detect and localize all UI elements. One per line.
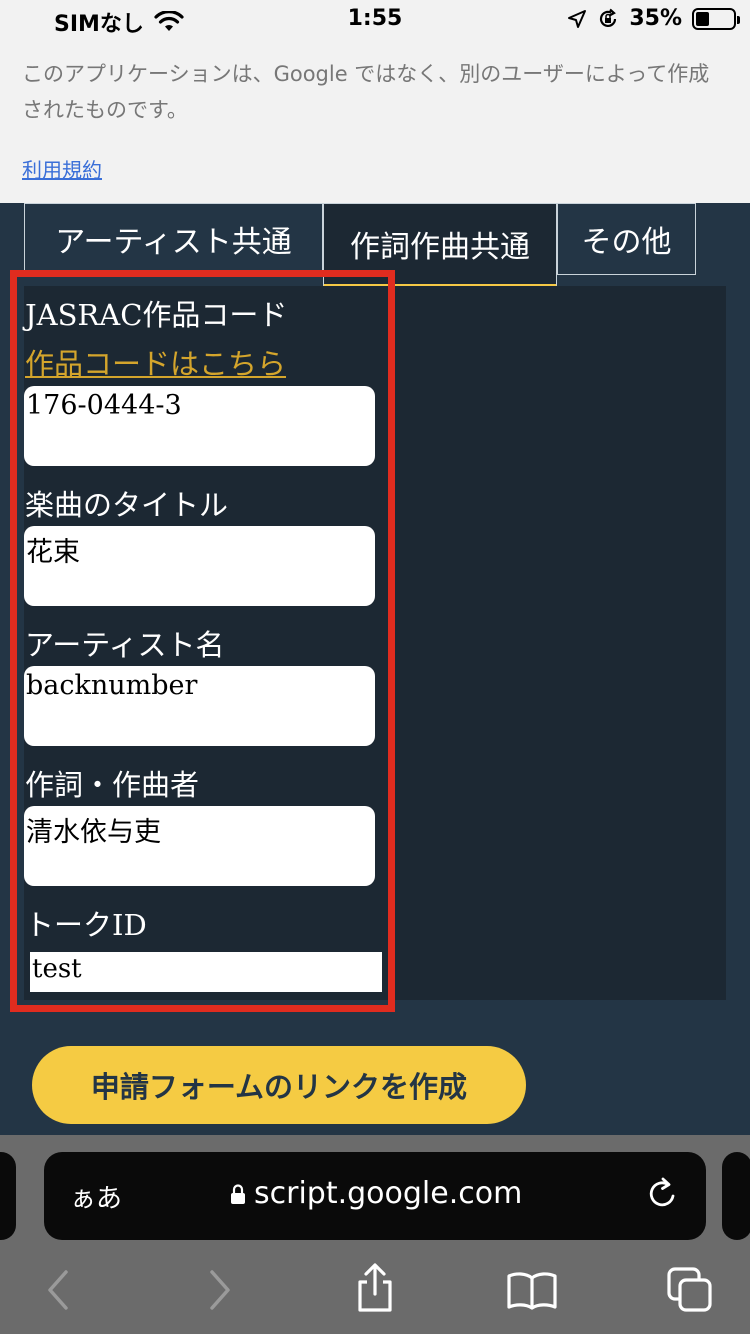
google-notice-banner: このアプリケーションは、Google ではなく、別のユーザーによって作成されたも…	[0, 40, 750, 203]
tab-other[interactable]: その他	[557, 203, 696, 275]
back-icon[interactable]	[44, 1268, 72, 1312]
status-right: 35%	[567, 6, 740, 31]
previous-tab-pill[interactable]	[0, 1152, 16, 1240]
battery-fill	[696, 11, 709, 26]
battery-percent: 35%	[629, 6, 682, 31]
reload-icon[interactable]	[646, 1174, 680, 1212]
location-icon	[568, 9, 587, 28]
create-form-link-button[interactable]: 申請フォームのリンクを作成	[32, 1046, 526, 1124]
status-bar: SIMなし 1:55 35%	[0, 0, 750, 40]
url-display[interactable]: script.google.com	[230, 1176, 522, 1211]
page-settings-button[interactable]: ぁあ	[70, 1178, 122, 1215]
tabs-icon[interactable]	[666, 1266, 714, 1314]
share-icon[interactable]	[354, 1262, 396, 1314]
address-bar[interactable]: ぁあ script.google.com	[44, 1152, 706, 1240]
next-tab-pill[interactable]	[722, 1152, 750, 1240]
bookmarks-icon[interactable]	[506, 1270, 558, 1310]
annotation-highlight-box	[10, 270, 395, 1012]
terms-link[interactable]: 利用規約	[22, 154, 102, 183]
rotation-lock-icon	[600, 8, 617, 27]
url-text: script.google.com	[254, 1176, 523, 1211]
lock-icon	[231, 1183, 245, 1204]
tab-artist-common[interactable]: アーティスト共通	[24, 203, 323, 275]
forward-icon[interactable]	[206, 1268, 234, 1312]
battery-icon	[692, 7, 740, 30]
notice-text: このアプリケーションは、Google ではなく、別のユーザーによって作成されたも…	[22, 62, 710, 122]
browser-chrome: ぁあ script.google.com	[0, 1135, 750, 1334]
